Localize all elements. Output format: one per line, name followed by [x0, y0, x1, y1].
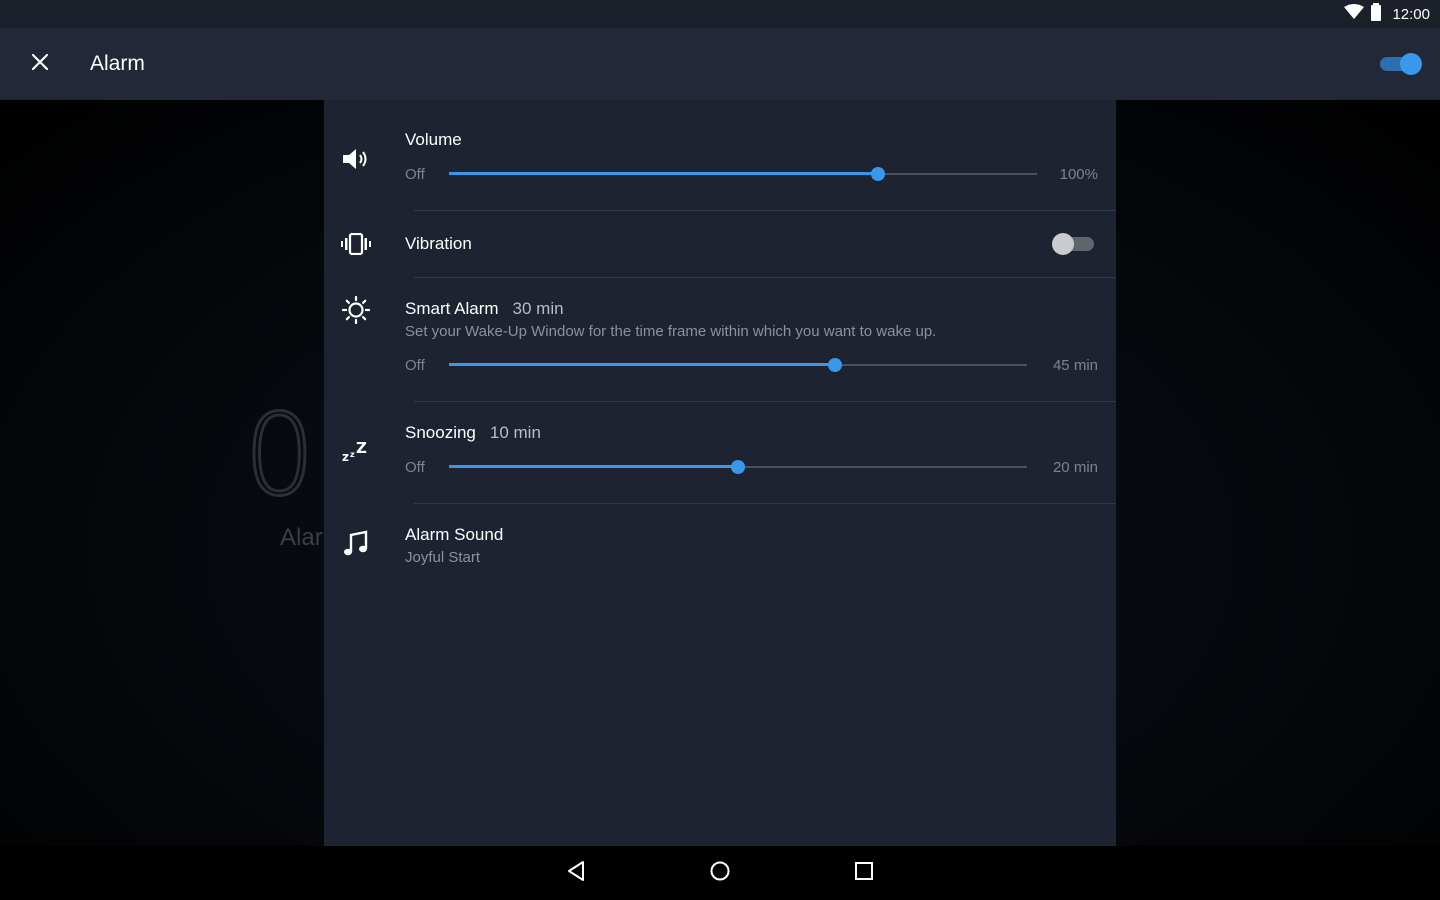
sun-icon: [340, 294, 372, 326]
volume-min-label: Off: [405, 166, 425, 183]
alarm-sound-value: Joyful Start: [405, 549, 481, 566]
volume-title: Volume: [405, 130, 462, 149]
alarm-sound-title: Alarm Sound: [405, 525, 504, 544]
wifi-icon: [1344, 3, 1365, 25]
smart-alarm-slider-thumb[interactable]: [827, 358, 842, 372]
snoozing-slider[interactable]: [449, 457, 1027, 477]
background-time-digit: 0: [242, 391, 316, 521]
volume-max-label: 100%: [1059, 166, 1098, 183]
recents-button[interactable]: [842, 851, 886, 895]
vibration-toggle[interactable]: [1052, 232, 1096, 256]
alarm-sound-row[interactable]: Alarm Sound Joyful Start: [324, 504, 1116, 584]
smart-alarm-max-label: 45 min: [1052, 357, 1098, 374]
snoozing-label: Snoozing: [405, 423, 476, 442]
snoozing-slider-thumb[interactable]: [731, 460, 745, 474]
page-title: Alarm: [90, 52, 145, 75]
smart-alarm-description: Set your Wake-Up Window for the time fra…: [405, 323, 937, 340]
volume-slider-thumb[interactable]: [871, 167, 886, 181]
smart-alarm-row: Smart Alarm 30 min Set your Wake-Up Windo…: [324, 278, 1116, 402]
svg-text:z: z: [350, 450, 355, 459]
status-bar: 12:00: [0, 0, 1440, 28]
volume-slider[interactable]: [449, 164, 1037, 184]
vibration-title: Vibration: [405, 234, 472, 253]
background-alarm-label: Alar: [280, 524, 323, 551]
close-button[interactable]: [0, 28, 80, 100]
smart-alarm-label: Smart Alarm: [405, 299, 499, 318]
close-icon: [31, 53, 49, 76]
vibration-row[interactable]: Vibration: [324, 211, 1116, 278]
status-time: 12:00: [1392, 5, 1430, 23]
recents-icon: [853, 860, 875, 887]
speaker-icon: [340, 143, 372, 175]
snoozing-title: Snoozing 10 min: [405, 423, 541, 443]
home-icon: [709, 860, 731, 887]
alarm-enabled-toggle[interactable]: [1378, 52, 1422, 76]
app-bar: Alarm: [0, 28, 1440, 100]
svg-text:Z: Z: [356, 439, 367, 457]
back-button[interactable]: [554, 851, 598, 895]
snoozing-row: z z Z Snoozing 10 min Off 20 min: [324, 402, 1116, 504]
music-note-icon: [340, 528, 372, 560]
home-button[interactable]: [698, 851, 742, 895]
snoozing-max-label: 20 min: [1052, 459, 1098, 476]
zzz-icon: z z Z: [340, 436, 372, 468]
smart-alarm-title: Smart Alarm 30 min: [405, 299, 564, 319]
vibration-icon: [340, 228, 372, 260]
smart-alarm-slider[interactable]: [449, 355, 1027, 375]
svg-text:z: z: [342, 450, 349, 464]
snoozing-value: 10 min: [489, 423, 541, 442]
back-icon: [565, 860, 587, 887]
snoozing-min-label: Off: [405, 459, 425, 476]
smart-alarm-value: 30 min: [512, 299, 564, 318]
battery-icon: [1370, 2, 1382, 26]
alarm-settings-sheet: Volume Off 100% Vibration Smart Alarm 30…: [324, 100, 1116, 846]
volume-row: Volume Off 100%: [324, 100, 1116, 211]
smart-alarm-min-label: Off: [405, 357, 425, 374]
navigation-bar: [0, 846, 1440, 900]
